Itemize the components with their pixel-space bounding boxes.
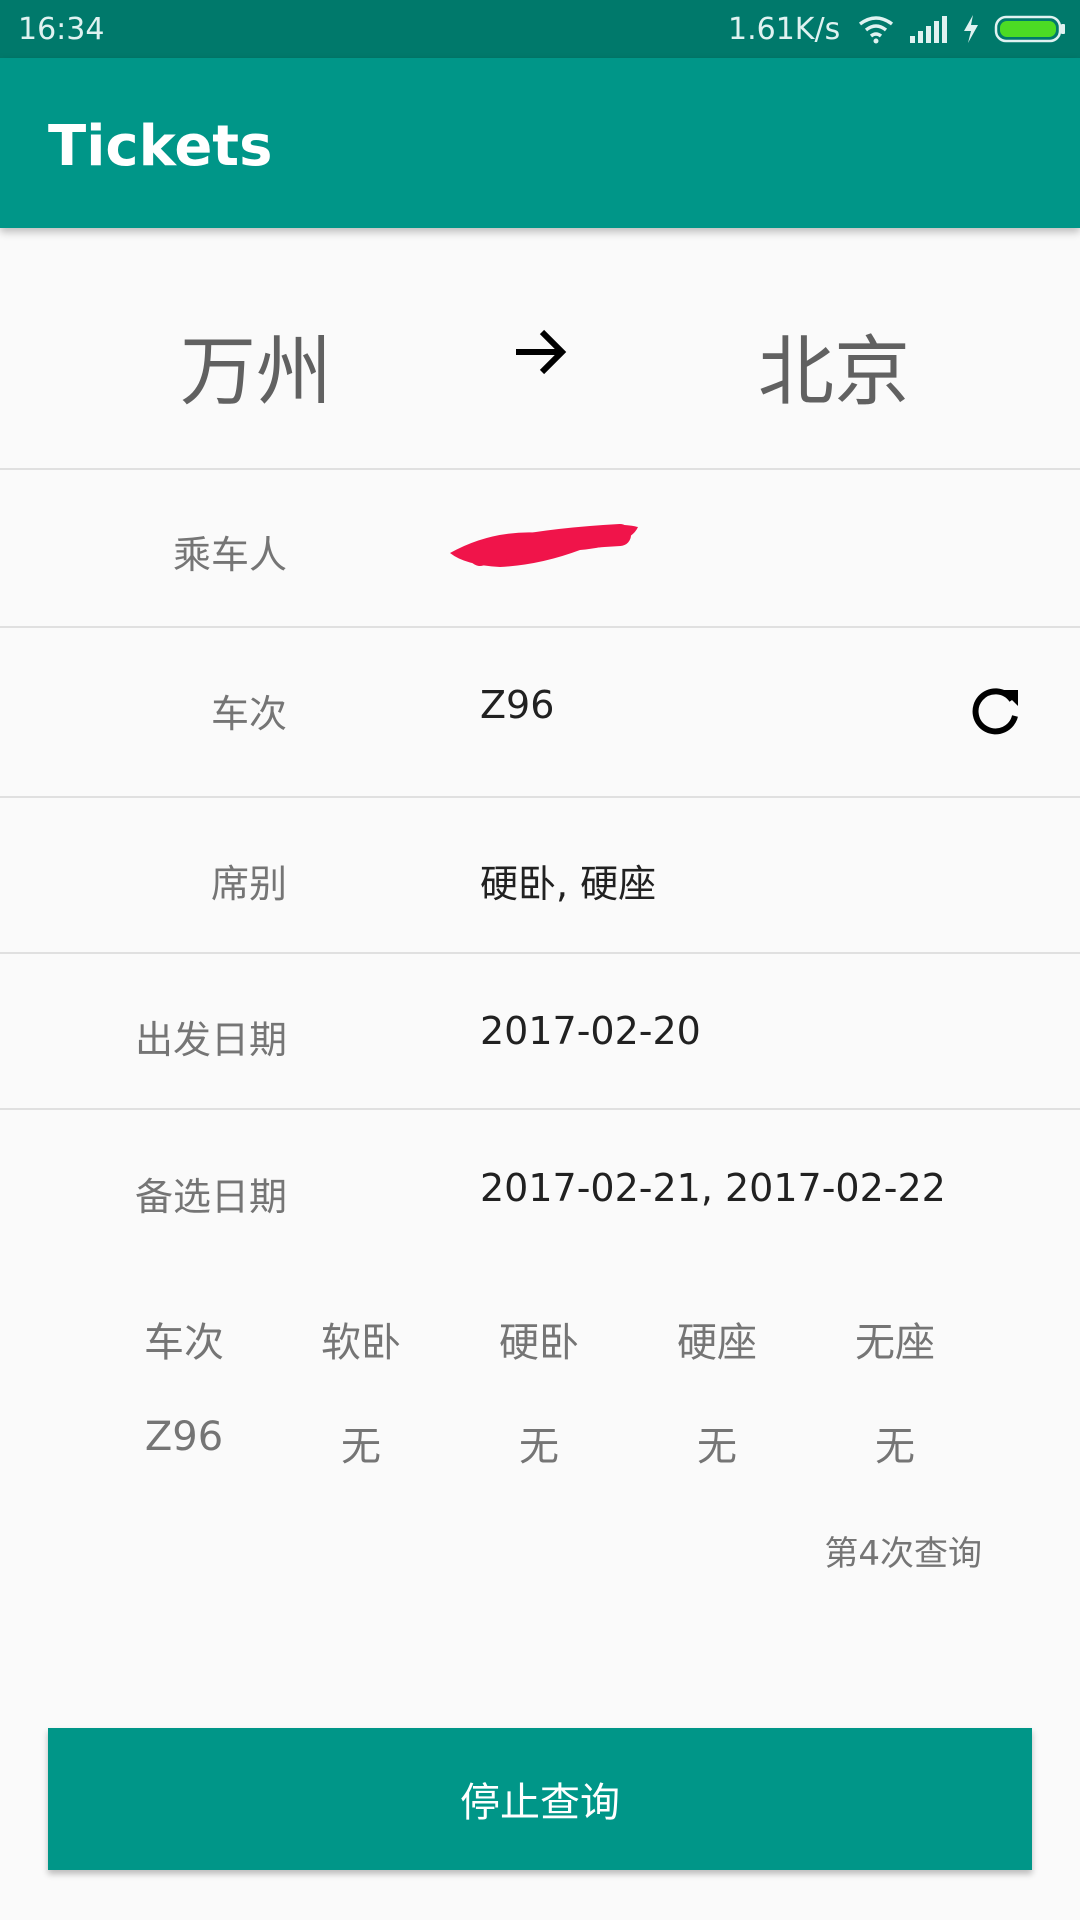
status-icons <box>858 8 1066 50</box>
table-cell: Z96 <box>144 1414 224 1460</box>
alt-dates-value: 2017-02-21, 2017-02-22 <box>480 1166 946 1210</box>
refresh-icon[interactable] <box>968 682 1024 738</box>
network-speed: 1.61K/s <box>728 12 841 47</box>
table-cell: 无 <box>697 1424 737 1470</box>
seat-value: 硬卧, 硬座 <box>480 862 657 906</box>
table-header: 软卧 <box>321 1320 401 1366</box>
passenger-label: 乘车人 <box>172 533 287 577</box>
date-row[interactable]: 出发日期 2017-02-20 <box>0 954 1080 1108</box>
train-row[interactable]: 车次 Z96 <box>0 628 1080 796</box>
passenger-row[interactable]: 乘车人 <box>0 470 1080 625</box>
train-label: 车次 <box>210 692 287 736</box>
alt-dates-label: 备选日期 <box>134 1175 287 1219</box>
date-label: 出发日期 <box>134 1018 287 1062</box>
table-header: 硬座 <box>677 1320 757 1366</box>
train-value: Z96 <box>480 683 555 727</box>
stop-query-button[interactable]: 停止查询 <box>48 1728 1032 1870</box>
table-header: 硬卧 <box>499 1320 579 1366</box>
arrow-right-icon <box>516 329 567 375</box>
alt-dates-row[interactable]: 备选日期 2017-02-21, 2017-02-22 <box>0 1110 1080 1270</box>
table-header: 无座 <box>855 1320 935 1366</box>
charging-icon <box>964 15 978 43</box>
signal-icon <box>910 16 947 43</box>
seat-label: 席别 <box>210 862 287 906</box>
redaction-scribble <box>450 524 638 567</box>
table-cell: 无 <box>875 1424 915 1470</box>
table-header: 车次 <box>144 1320 224 1366</box>
from-city[interactable]: 万州 <box>180 310 332 420</box>
table-cell: 无 <box>341 1424 381 1470</box>
query-count: 第4次查询 <box>824 1534 982 1574</box>
table-cell: 无 <box>519 1424 559 1470</box>
route-section: 万州 北京 <box>0 230 1080 470</box>
to-city[interactable]: 北京 <box>758 310 910 420</box>
status-bar: 16:34 1.61K/s <box>0 0 1080 58</box>
wifi-icon <box>858 16 894 44</box>
seat-row[interactable]: 席别 硬卧, 硬座 <box>0 798 1080 952</box>
status-time: 16:34 <box>18 12 105 47</box>
battery-icon <box>994 15 1065 43</box>
date-value: 2017-02-20 <box>480 1009 701 1053</box>
app-title: Tickets <box>48 114 273 179</box>
app-bar: Tickets <box>0 58 1080 228</box>
